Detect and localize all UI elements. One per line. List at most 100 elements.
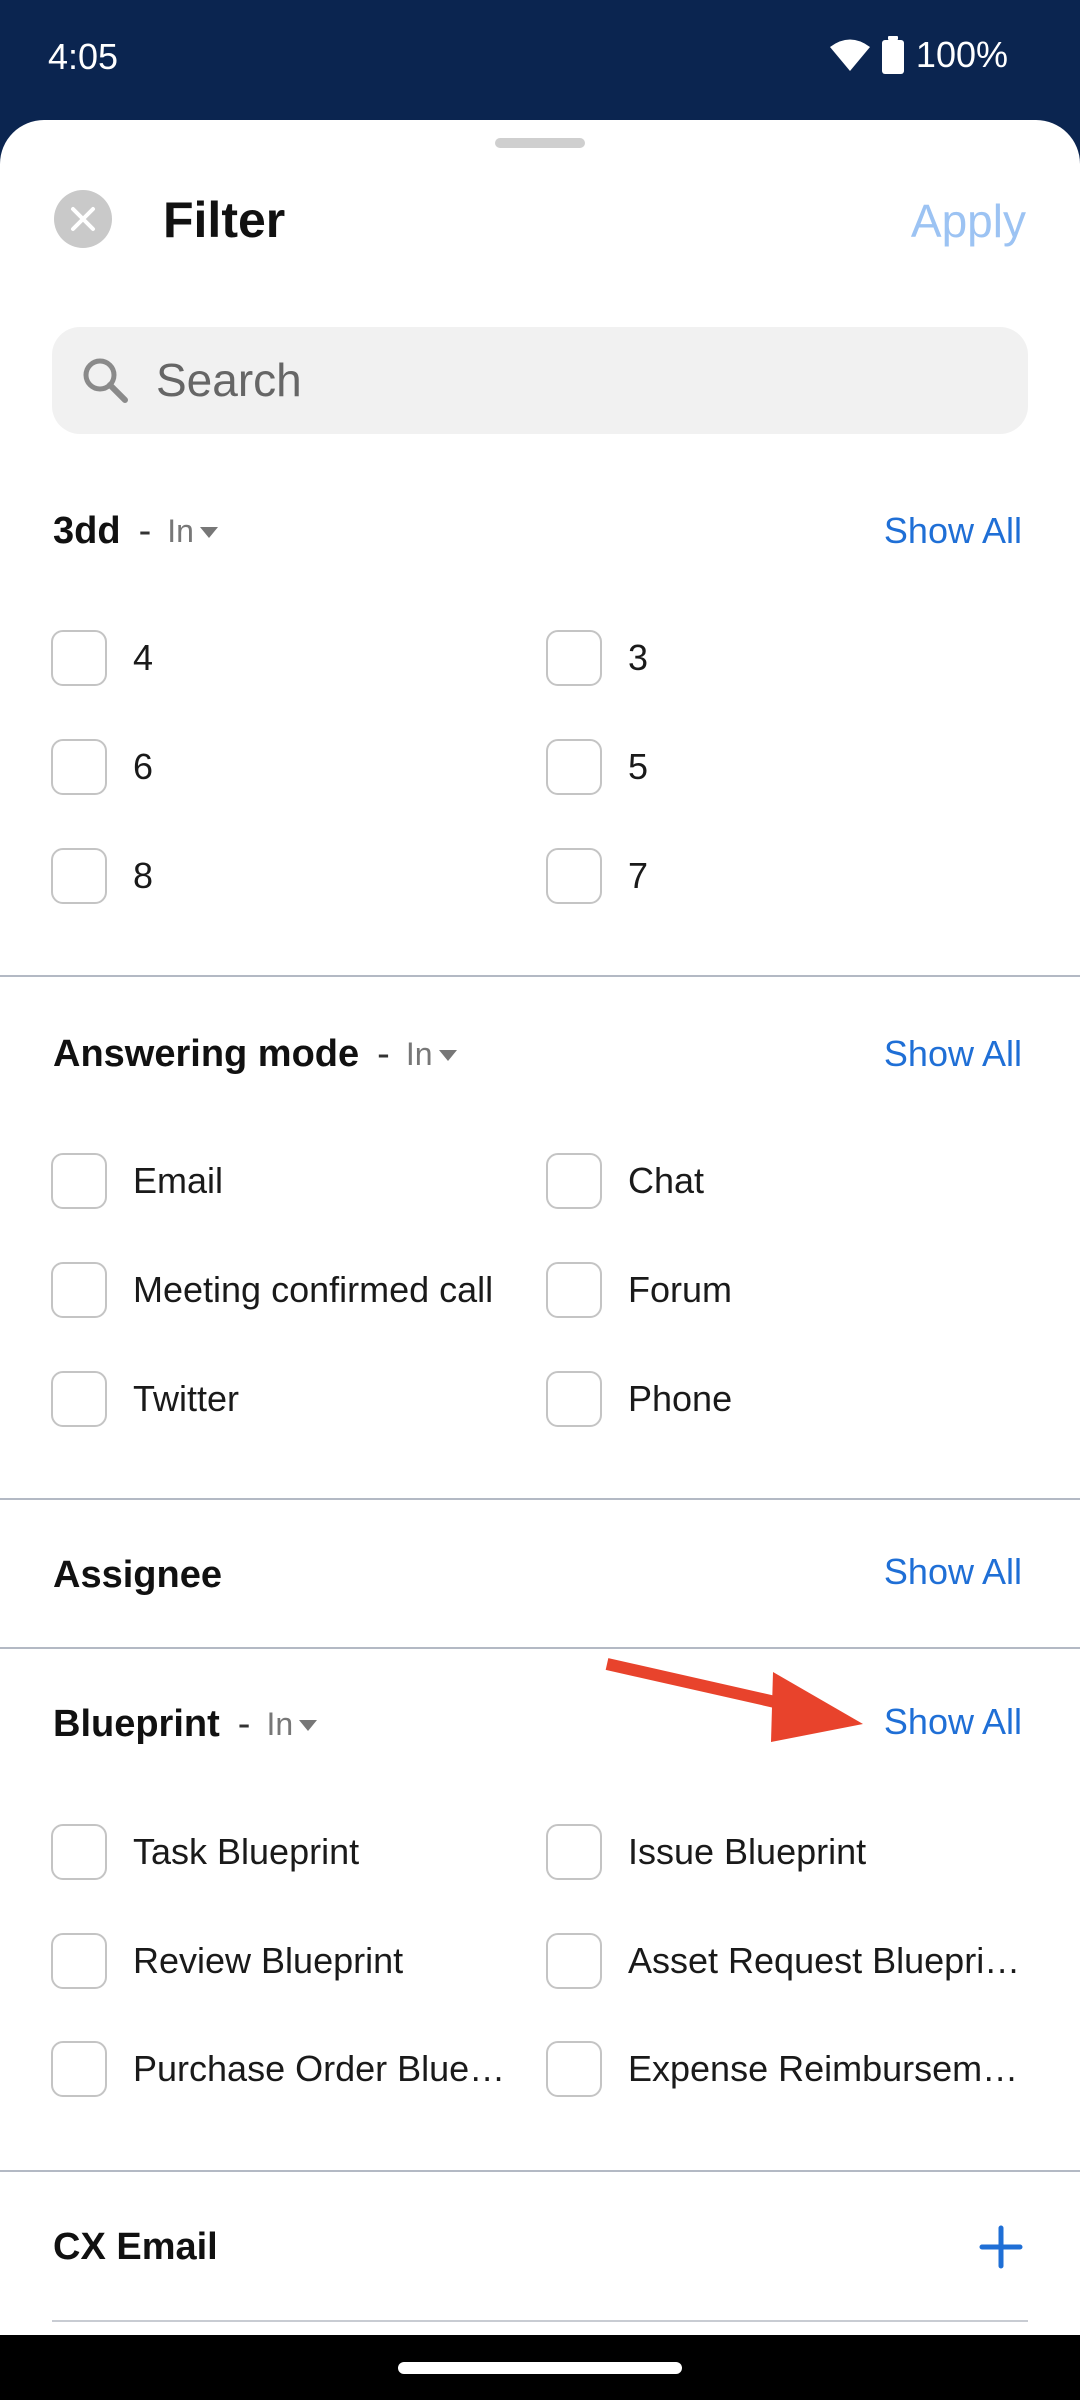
checkbox[interactable] (546, 630, 602, 686)
separator: - (237, 1702, 251, 1745)
operator-dropdown[interactable]: In (406, 1036, 457, 1073)
close-icon (71, 207, 95, 231)
checkbox-option[interactable]: 3 (546, 628, 1026, 688)
option-label: Meeting confirmed call (133, 1269, 494, 1310)
section-header-cx-email: CX Email (53, 2217, 218, 2277)
checkbox[interactable] (51, 848, 107, 904)
add-button[interactable] (976, 2222, 1026, 2272)
section-title: Blueprint (53, 1702, 220, 1745)
battery-percent: 100% (915, 34, 1008, 75)
status-time: 4:05 (48, 36, 119, 77)
section-header-answering-mode: Answering mode - In (53, 1024, 457, 1084)
checkbox-option[interactable]: Meeting confirmed call (51, 1260, 521, 1320)
caret-down-icon (199, 527, 218, 538)
caret-down-icon (299, 1720, 318, 1731)
checkbox[interactable] (51, 630, 107, 686)
checkbox-option[interactable]: Phone (546, 1369, 1026, 1429)
checkbox-option[interactable]: 8 (51, 846, 521, 906)
drag-handle[interactable] (495, 138, 585, 148)
checkbox-option[interactable]: 5 (546, 737, 1026, 797)
search-input[interactable] (156, 349, 996, 411)
caret-down-icon (438, 1050, 457, 1061)
checkbox[interactable] (51, 739, 107, 795)
divider (0, 975, 1080, 977)
checkbox[interactable] (51, 1371, 107, 1427)
checkbox-option[interactable]: Forum (546, 1260, 1026, 1320)
checkbox[interactable] (546, 1262, 602, 1318)
checkbox[interactable] (546, 1371, 602, 1427)
checkbox-option[interactable]: Email (51, 1151, 521, 1211)
checkbox[interactable] (51, 2041, 107, 2097)
option-label: 8 (133, 855, 154, 896)
option-label: Asset Request Bluepri… (628, 1940, 1021, 1981)
battery-icon (881, 36, 904, 74)
separator: - (377, 1032, 390, 1075)
checkbox-option[interactable]: Asset Request Bluepri… (546, 1931, 1026, 1991)
checkbox-option[interactable]: Task Blueprint (51, 1822, 521, 1882)
checkbox[interactable] (51, 1933, 107, 1989)
option-label: Task Blueprint (133, 1831, 360, 1872)
annotation-arrow-icon (605, 1658, 863, 1742)
option-label: Expense Reimbursem… (628, 2048, 1019, 2089)
checkbox-option[interactable]: Review Blueprint (51, 1931, 521, 1991)
section-title: Answering mode (53, 1032, 360, 1075)
checkbox[interactable] (546, 739, 602, 795)
show-all-3dd[interactable]: Show All (884, 506, 1022, 556)
section-title: CX Email (53, 2225, 218, 2268)
navigation-bar (0, 2335, 1080, 2400)
status-icons: 100% (829, 34, 1008, 76)
option-label: Review Blueprint (133, 1940, 404, 1981)
option-label: Forum (628, 1269, 733, 1310)
checkbox[interactable] (546, 1824, 602, 1880)
option-label: Chat (628, 1160, 705, 1201)
checkbox-option[interactable]: 6 (51, 737, 521, 797)
apply-button[interactable]: Apply (911, 192, 1026, 250)
option-label: 6 (133, 746, 154, 787)
separator: - (138, 509, 152, 552)
option-label: Issue Blueprint (628, 1831, 867, 1872)
operator-label: In (266, 1705, 294, 1742)
option-label: 7 (628, 855, 649, 896)
checkbox-option[interactable]: Expense Reimbursem… (546, 2039, 1026, 2099)
checkbox-option[interactable]: Chat (546, 1151, 1026, 1211)
option-label: 4 (133, 637, 154, 678)
checkbox[interactable] (51, 1153, 107, 1209)
divider (0, 1498, 1080, 1500)
show-all-assignee[interactable]: Show All (884, 1547, 1022, 1597)
operator-label: In (167, 512, 194, 549)
home-gesture-handle[interactable] (398, 2362, 682, 2374)
show-all-blueprint[interactable]: Show All (884, 1697, 1022, 1747)
operator-dropdown[interactable]: In (167, 513, 218, 550)
close-button[interactable] (54, 190, 112, 248)
operator-dropdown[interactable]: In (266, 1705, 318, 1743)
divider (52, 2320, 1028, 2322)
show-all-answering-mode[interactable]: Show All (884, 1029, 1022, 1079)
checkbox[interactable] (51, 1824, 107, 1880)
section-title: 3dd (53, 509, 121, 552)
option-label: Purchase Order Bluep… (133, 2048, 521, 2089)
option-label: Phone (628, 1378, 733, 1419)
checkbox-option[interactable]: Twitter (51, 1369, 521, 1429)
checkbox[interactable] (546, 1933, 602, 1989)
checkbox-option[interactable]: Purchase Order Bluep… (51, 2039, 521, 2099)
checkbox-option[interactable]: 7 (546, 846, 1026, 906)
search-bar[interactable] (52, 327, 1028, 434)
page-title: Filter (163, 192, 286, 248)
checkbox[interactable] (546, 1153, 602, 1209)
section-header-3dd: 3dd - In (53, 501, 218, 561)
filter-sheet: Filter Apply 3dd - In Show All 4 3 6 5 8… (0, 120, 1080, 2335)
checkbox[interactable] (546, 848, 602, 904)
checkbox-option[interactable]: Issue Blueprint (546, 1822, 1026, 1882)
operator-label: In (405, 1035, 433, 1072)
plus-icon (979, 2225, 1023, 2269)
search-icon (83, 358, 128, 403)
option-label: Twitter (133, 1378, 240, 1419)
option-label: 5 (628, 746, 649, 787)
wifi-icon (829, 39, 870, 71)
checkbox[interactable] (51, 1262, 107, 1318)
divider (0, 1647, 1080, 1649)
section-header-assignee: Assignee (53, 1545, 222, 1605)
checkbox-option[interactable]: 4 (51, 628, 521, 688)
checkbox[interactable] (546, 2041, 602, 2097)
status-bar: 4:05 100% (0, 0, 1080, 120)
